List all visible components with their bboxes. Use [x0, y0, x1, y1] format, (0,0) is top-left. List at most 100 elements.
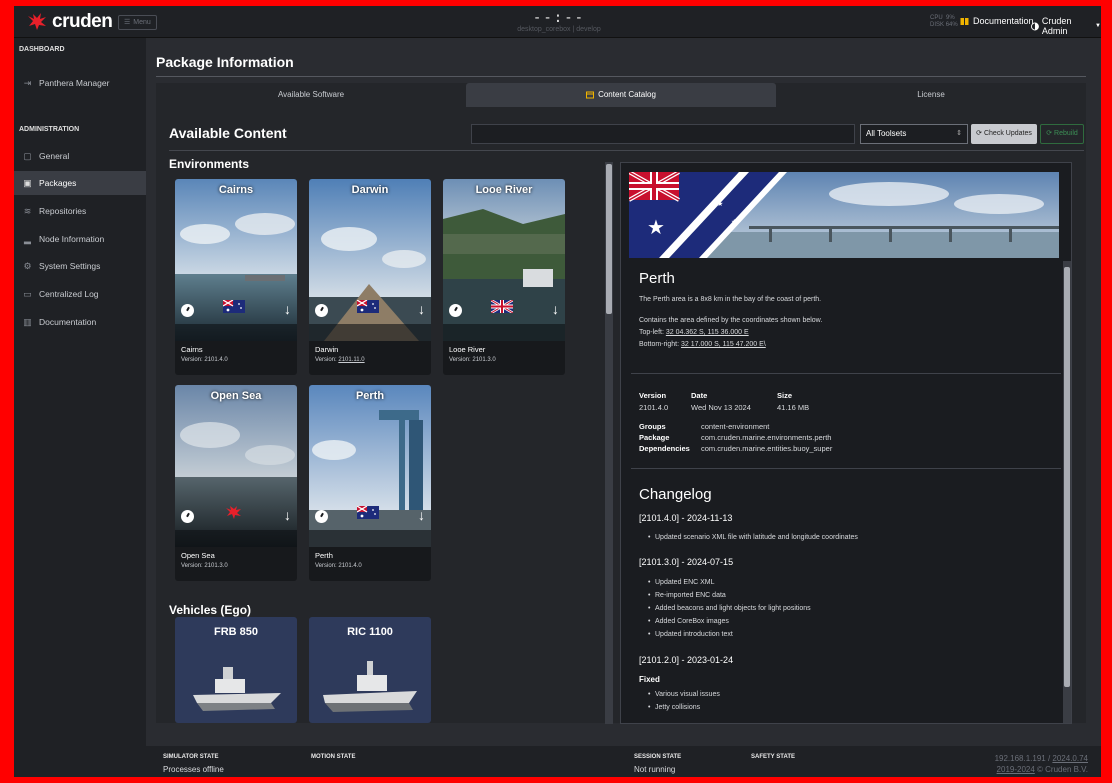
sidebar-item-label: Repositories [39, 206, 87, 216]
environment-card-looe-river[interactable]: Looe River ↓ Looe River Version: 2101.3.… [443, 179, 565, 375]
sidebar: DASHBOARD ⇥ Panthera Manager ADMINISTRAT… [14, 38, 146, 746]
main-content: Package Information Available Software C… [146, 38, 1101, 746]
changelog-item: Updated ENC XML [648, 579, 714, 586]
logo-text: cruden [52, 11, 113, 32]
disk-value: 64% [945, 22, 958, 28]
session-state-value: Not running [634, 765, 676, 774]
changelog-item: Jetty collisions [648, 704, 700, 711]
sidebar-item-label: Panthera Manager [39, 78, 110, 88]
sidebar-item-node-information[interactable]: ▂ Node Information [14, 227, 146, 251]
scrollbar-thumb[interactable] [606, 164, 612, 314]
package-details-panel: ★ ★ ★ Perth The Perth area is a 8x8 km i… [620, 162, 1072, 724]
changelog-item: Various visual issues [648, 691, 720, 698]
changelog-item: Updated introduction text [648, 631, 733, 638]
environment-version: Version: 2101.4.0 [181, 357, 228, 363]
groups-value: content-environment [701, 422, 770, 431]
safety-state-key: SAFETY STATE [751, 754, 796, 760]
database-icon: ≋ [23, 205, 32, 216]
environment-card-cairns[interactable]: Cairns ↓ Cairns Version: 2101.4.0 [175, 179, 297, 375]
package-title: Perth [639, 270, 675, 287]
download-icon[interactable]: ↓ [284, 301, 291, 317]
cpu-value: 9% [946, 15, 955, 21]
sidebar-item-panthera-manager[interactable]: ⇥ Panthera Manager [14, 71, 146, 95]
documentation-link[interactable]: Documentation [960, 16, 1034, 26]
check-updates-button[interactable]: ⟳ Check Updates [971, 124, 1037, 144]
package-key: Package [639, 433, 670, 442]
vehicle-card-ric-1100[interactable]: RIC 1100 [309, 617, 431, 723]
cruden-logo[interactable]: cruden [26, 11, 113, 33]
square-icon: ▢ [23, 150, 32, 161]
sidebar-item-label: Centralized Log [39, 289, 99, 299]
changelog-fixed-label: Fixed [639, 675, 660, 684]
environment-card-darwin[interactable]: Darwin ↓ Darwin Version: 2101.11.0 [309, 179, 431, 375]
box-icon [586, 91, 595, 99]
environment-name: Open Sea [210, 390, 262, 402]
environment-card-perth[interactable]: Perth ↓ Perth Version: 2101.4.0 [309, 385, 431, 581]
version-value: 2101.4.0 [204, 357, 228, 363]
tab-label: License [917, 90, 945, 99]
download-icon[interactable]: ↓ [418, 507, 425, 523]
tab-license[interactable]: License [776, 83, 1086, 107]
content-list-scrollbar[interactable] [605, 162, 613, 724]
top-bar: cruden ☰ Menu --:-- desktop_corebox | de… [14, 6, 1101, 38]
download-icon[interactable]: ↓ [552, 301, 559, 317]
version-value: 2101.4.0 [338, 563, 362, 569]
download-icon[interactable]: ↓ [418, 301, 425, 317]
sidebar-item-documentation[interactable]: ▥ Documentation [14, 310, 146, 334]
package-icon: ▣ [23, 177, 32, 188]
bottom-right-value[interactable]: 32 17.000 S, 115 47.200 E\ [681, 341, 766, 348]
environment-label: Looe River [449, 345, 486, 354]
package-contains: Contains the area defined by the coordin… [639, 317, 823, 324]
rebuild-button[interactable]: ⟳ Rebuild [1040, 124, 1084, 144]
sidebar-item-centralized-log[interactable]: ▭ Centralized Log [14, 282, 146, 306]
bar-chart-icon: ▂ [24, 233, 31, 244]
top-left-value[interactable]: 32 04.362 S, 115 36.000 E [666, 329, 749, 336]
details-scrollbar[interactable] [1063, 261, 1071, 723]
environment-label: Open Sea [181, 551, 215, 560]
sidebar-item-packages[interactable]: ▣ Packages [14, 171, 146, 195]
version-prefix: Version: [315, 563, 339, 569]
scrollbar-thumb[interactable] [1064, 267, 1070, 687]
search-input[interactable] [471, 124, 855, 144]
sidebar-item-label: General [39, 151, 70, 161]
version-prefix: Version: [449, 357, 473, 363]
size-value: 41.16 MB [777, 403, 810, 412]
environment-thumbnail [175, 179, 297, 341]
menu-label: Menu [133, 19, 151, 26]
disk-label: DISK [930, 22, 945, 28]
environment-name: Cairns [218, 184, 254, 196]
environment-thumbnail [175, 385, 297, 547]
toolset-select-value: All Toolsets [866, 129, 907, 138]
environment-card-open-sea[interactable]: Open Sea ↓ Open Sea Version: 2101.3.0 [175, 385, 297, 581]
tab-content-catalog[interactable]: Content Catalog [466, 83, 776, 107]
svg-text:★: ★ [731, 218, 737, 226]
tab-available-software[interactable]: Available Software [156, 83, 466, 107]
version-info: 192.168.1.191 / 2024.0.74 [995, 754, 1088, 763]
book-icon [960, 17, 969, 25]
user-menu[interactable]: Cruden Admin ▼ [1031, 16, 1101, 36]
dashboard-heading: DASHBOARD [19, 46, 65, 53]
toolset-select[interactable]: All Toolsets ⇕ [860, 124, 968, 144]
environment-label: Darwin [315, 345, 339, 354]
divider [631, 468, 1061, 469]
size-key: Size [777, 391, 793, 400]
menu-button[interactable]: ☰ Menu [118, 15, 157, 30]
build-link[interactable]: 2024.0.74 [1052, 754, 1088, 763]
version-value: 2101.3.0 [472, 357, 496, 363]
environment-name: Perth [355, 390, 385, 402]
download-icon[interactable]: ↓ [284, 507, 291, 523]
sidebar-item-label: Node Information [39, 234, 105, 244]
vehicle-image [323, 661, 417, 712]
sidebar-item-repositories[interactable]: ≋ Repositories [14, 199, 146, 223]
vehicle-card-frb-850[interactable]: FRB 850 [175, 617, 297, 723]
sidebar-item-general[interactable]: ▢ General [14, 144, 146, 168]
changelog-item: Re-imported ENC data [648, 592, 726, 599]
ip-address: 192.168.1.191 / [994, 754, 1053, 763]
version-prefix: Version: [181, 563, 205, 569]
changelog-version: [2101.4.0] - 2024-11-13 [639, 513, 733, 523]
hamburger-icon: ☰ [124, 19, 131, 26]
changelog-version: [2101.3.0] - 2024-07-15 [639, 557, 734, 567]
sidebar-item-system-settings[interactable]: ⚙ System Settings [14, 254, 146, 278]
copyright-years: 2019-2024 [996, 765, 1035, 774]
environment-name: Looe River [475, 184, 533, 196]
